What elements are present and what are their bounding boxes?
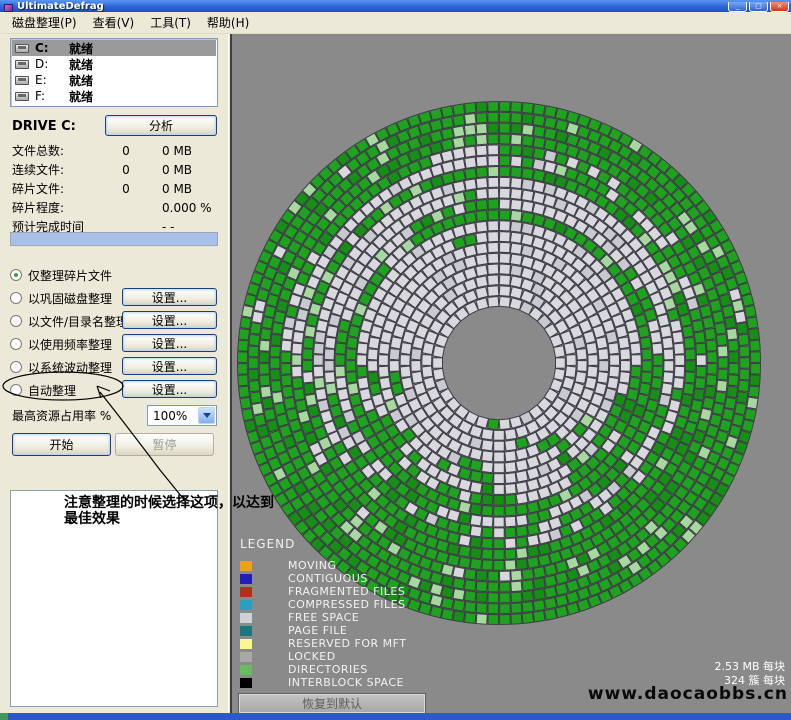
resource-usage-select[interactable]: 100% [147, 405, 217, 426]
stat-contiguous-files: 连续文件: 0 0 MB [12, 160, 217, 179]
method-auto[interactable]: 自动整理 设置... [10, 380, 217, 400]
results-list[interactable] [10, 490, 218, 707]
resource-usage-value: 100% [148, 409, 197, 423]
drive-icon [15, 44, 29, 53]
legend-swatch-fragmented [240, 587, 252, 597]
settings-button-frequency[interactable]: 设置... [122, 334, 217, 352]
app-icon [4, 4, 13, 12]
radio-fragmented-only[interactable] [10, 269, 22, 281]
drive-row-c[interactable]: C: 就绪 [12, 40, 216, 56]
drive-row-e[interactable]: E: 就绪 [12, 72, 216, 88]
legend-title: LEGEND [240, 537, 406, 551]
legend-swatch-mft [240, 639, 252, 649]
drive-letter: F: [35, 89, 69, 103]
combo-dropdown-button[interactable] [198, 407, 215, 424]
app-window: UltimateDefrag _ □ × 磁盘整理(P) 查看(V) 工具(T)… [0, 0, 791, 720]
method-frequency[interactable]: 以使用频率整理 设置... [10, 334, 217, 354]
drive-letter: C: [35, 41, 69, 55]
window-corner [0, 713, 8, 720]
analyze-button[interactable]: 分析 [105, 115, 217, 136]
legend-item-compressed: COMPRESSED FILES [240, 598, 406, 611]
drive-row-d[interactable]: D: 就绪 [12, 56, 216, 72]
legend-item-directories: DIRECTORIES [240, 663, 406, 676]
pause-button[interactable]: 暂停 [115, 433, 214, 456]
stat-fragmented-files: 碎片文件: 0 0 MB [12, 179, 217, 198]
radio-auto[interactable] [10, 384, 22, 396]
stat-fragmentation: 碎片程度: 0.000 % [12, 198, 217, 217]
progress-bar [10, 232, 218, 246]
legend-item-fragmented: FRAGMENTED FILES [240, 585, 406, 598]
menu-help[interactable]: 帮助(H) [199, 12, 257, 33]
minimize-button[interactable]: _ [728, 2, 747, 12]
legend-swatch-locked [240, 652, 252, 662]
settings-button-consolidate[interactable]: 设置... [122, 288, 217, 306]
legend-swatch-directories [240, 665, 252, 675]
method-filename[interactable]: 以文件/目录名整理 设置... [10, 311, 217, 331]
control-panel: C: 就绪 D: 就绪 E: 就绪 F: 就绪 DRIVE C: 分析 [0, 34, 229, 713]
legend-item-page-file: PAGE FILE [240, 624, 406, 637]
block-size-info: 2.53 MB 每块 [714, 660, 785, 674]
legend-swatch-contiguous [240, 574, 252, 584]
close-button[interactable]: × [770, 2, 789, 12]
stat-total-files: 文件总数: 0 0 MB [12, 141, 217, 160]
legend-swatch-compressed [240, 600, 252, 610]
legend-item-mft: RESERVED FOR MFT [240, 637, 406, 650]
watermark-text: www.daocaobbs.cn [588, 684, 788, 704]
legend-swatch-moving [240, 561, 252, 571]
settings-button-volatility[interactable]: 设置... [122, 357, 217, 375]
menu-bar: 磁盘整理(P) 查看(V) 工具(T) 帮助(H) [0, 12, 791, 34]
method-fragmented-only[interactable]: 仅整理碎片文件 [10, 265, 217, 285]
legend-item-locked: LOCKED [240, 650, 406, 663]
drive-icon [15, 60, 29, 69]
drive-icon [15, 76, 29, 85]
maximize-button[interactable]: □ [749, 2, 768, 12]
drive-title: DRIVE C: [12, 119, 76, 134]
window-title: UltimateDefrag [17, 1, 728, 12]
legend-swatch-page-file [240, 626, 252, 636]
radio-frequency[interactable] [10, 338, 22, 350]
restore-default-button[interactable]: 恢复到默认 [239, 694, 425, 713]
radio-volatility[interactable] [10, 361, 22, 373]
drive-list: C: 就绪 D: 就绪 E: 就绪 F: 就绪 [10, 38, 218, 107]
legend-item-contiguous: CONTIGUOUS [240, 572, 406, 585]
menu-tools[interactable]: 工具(T) [142, 12, 199, 33]
drive-status: 就绪 [69, 72, 93, 89]
drive-stats: 文件总数: 0 0 MB 连续文件: 0 0 MB 碎片文件: 0 0 MB 碎… [12, 141, 217, 236]
legend-swatch-interblock [240, 678, 252, 688]
radio-consolidate[interactable] [10, 292, 22, 304]
radio-filename[interactable] [10, 315, 22, 327]
legend: LEGEND MOVING CONTIGUOUS FRAGMENTED FILE… [240, 537, 406, 689]
method-consolidate[interactable]: 以巩固磁盘整理 设置... [10, 288, 217, 308]
legend-item-moving: MOVING [240, 559, 406, 572]
drive-letter: E: [35, 73, 69, 87]
settings-button-filename[interactable]: 设置... [122, 311, 217, 329]
menu-defrag[interactable]: 磁盘整理(P) [4, 12, 85, 33]
start-button[interactable]: 开始 [12, 433, 111, 456]
settings-button-auto[interactable]: 设置... [122, 380, 217, 398]
drive-status: 就绪 [69, 88, 93, 105]
drive-icon [15, 92, 29, 101]
window-bottom-border [0, 713, 791, 720]
legend-item-free-space: FREE SPACE [240, 611, 406, 624]
title-bar: UltimateDefrag _ □ × [0, 0, 791, 12]
drive-row-f[interactable]: F: 就绪 [12, 88, 216, 104]
drive-status: 就绪 [69, 56, 93, 73]
disk-map-panel: LEGEND MOVING CONTIGUOUS FRAGMENTED FILE… [232, 34, 791, 713]
legend-item-interblock: INTERBLOCK SPACE [240, 676, 406, 689]
drive-status: 就绪 [69, 40, 93, 57]
resource-usage-label: 最高资源占用率 % [12, 409, 111, 423]
chevron-down-icon [203, 413, 211, 418]
drive-letter: D: [35, 57, 69, 71]
menu-view[interactable]: 查看(V) [85, 12, 143, 33]
method-volatility[interactable]: 以系统波动整理 设置... [10, 357, 217, 377]
legend-swatch-free-space [240, 613, 252, 623]
